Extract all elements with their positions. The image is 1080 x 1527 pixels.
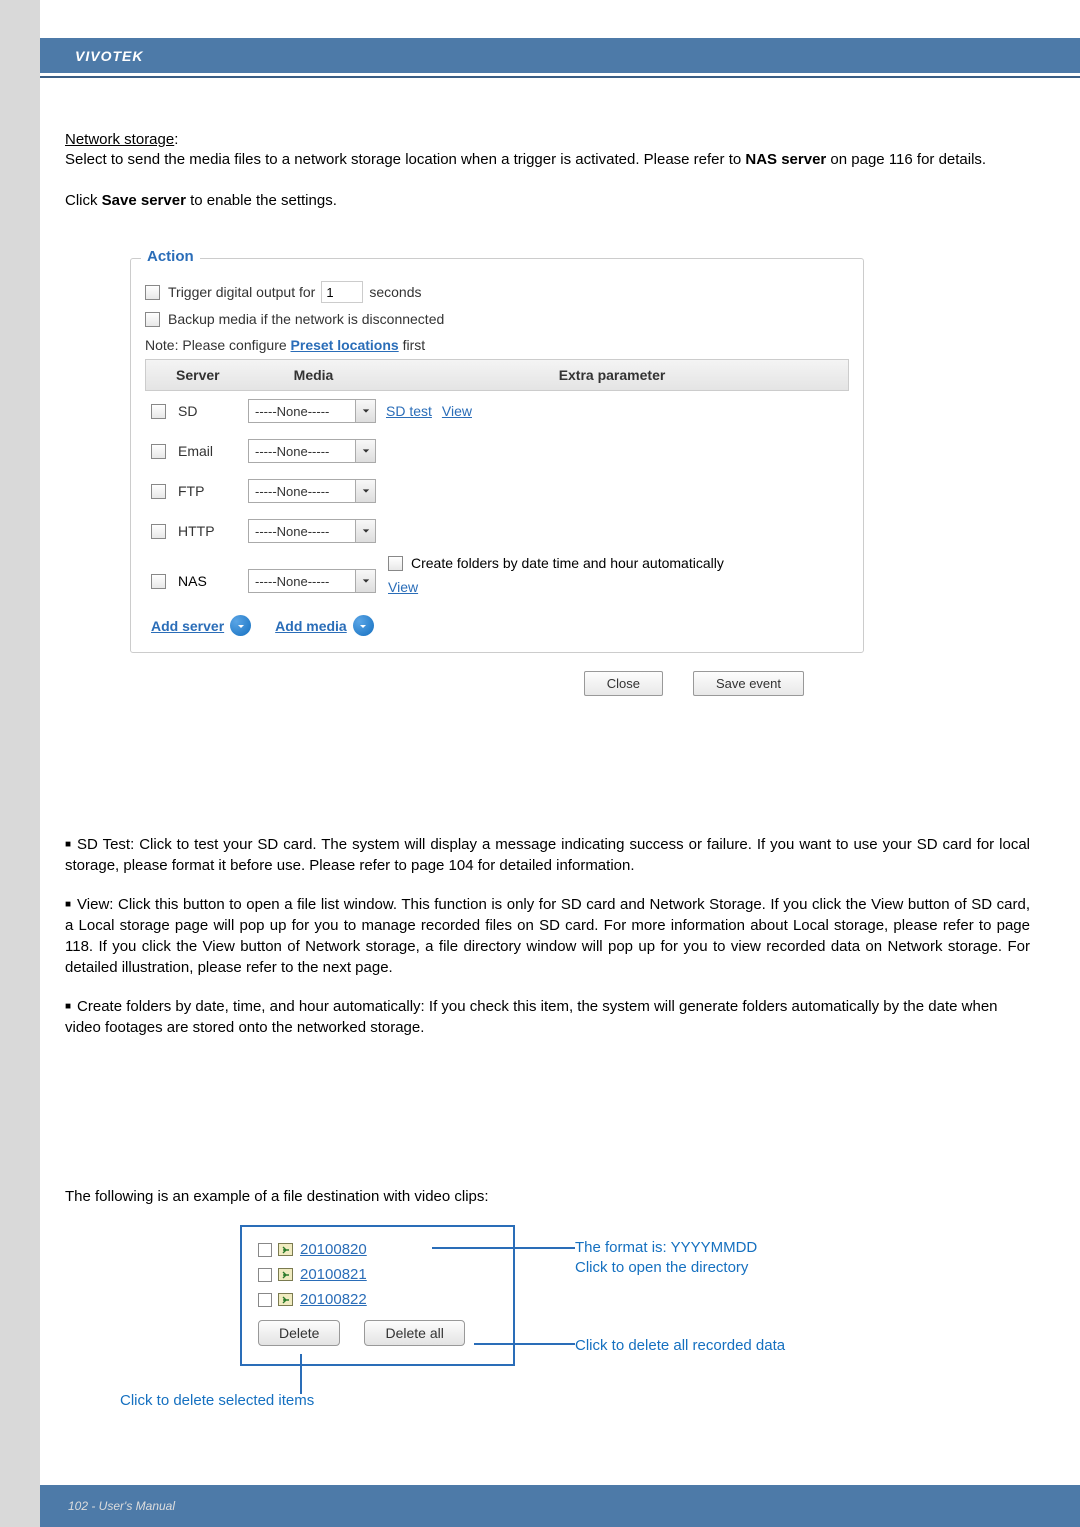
nas-label: NAS	[178, 573, 248, 589]
add-server-icon[interactable]	[230, 615, 251, 636]
footer-bar: 102 - User's Manual	[40, 1485, 1080, 1527]
add-server-link[interactable]: Add server	[151, 615, 251, 636]
folder-icon	[278, 1293, 293, 1306]
sd-view-link[interactable]: View	[442, 403, 472, 419]
row-email: Email -----None-----	[145, 431, 849, 471]
header-rule	[40, 76, 1080, 78]
bullet-icon: ■	[65, 898, 71, 912]
ftp-media-select[interactable]: -----None-----	[248, 479, 376, 503]
backup-label: Backup media if the network is disconnec…	[168, 311, 444, 327]
trigger-seconds-input[interactable]	[321, 281, 363, 303]
folder-row: 20100821	[258, 1266, 497, 1283]
th-extra: Extra parameter	[376, 360, 848, 390]
action-panel: Action Trigger digital output for second…	[130, 250, 864, 696]
annotation-delete-selected: Click to delete selected items	[120, 1391, 314, 1411]
save-event-button[interactable]: Save event	[693, 671, 804, 696]
trigger-unit: seconds	[369, 284, 421, 300]
http-media-select[interactable]: -----None-----	[248, 519, 376, 543]
nas-create-checkbox[interactable]	[388, 556, 403, 571]
chevron-down-icon[interactable]	[355, 400, 375, 422]
connector-line	[300, 1354, 302, 1394]
folder-link-3[interactable]: 20100822	[300, 1291, 367, 1308]
backup-checkbox[interactable]	[145, 312, 160, 327]
chevron-down-icon[interactable]	[355, 520, 375, 542]
chevron-down-icon[interactable]	[355, 570, 375, 592]
folder-icon	[278, 1268, 293, 1281]
row-sd: SD -----None----- SD test View	[145, 391, 849, 431]
network-storage-link[interactable]: Network storage	[65, 131, 174, 148]
add-media-link[interactable]: Add media	[275, 615, 374, 636]
sd-checkbox[interactable]	[151, 404, 166, 419]
example-text: The following is an example of a file de…	[65, 1188, 489, 1205]
th-media: Media	[251, 360, 376, 390]
row-http: HTTP -----None-----	[145, 511, 849, 551]
folder-checkbox[interactable]	[258, 1243, 272, 1257]
folder-checkbox[interactable]	[258, 1268, 272, 1282]
sd-media-select[interactable]: -----None-----	[248, 399, 376, 423]
delete-all-button[interactable]: Delete all	[364, 1320, 464, 1346]
ftp-label: FTP	[178, 483, 248, 499]
table-header: Server Media Extra parameter	[145, 359, 849, 391]
annotation-format: The format is: YYYYMMDD Click to open th…	[575, 1238, 757, 1277]
email-media-select[interactable]: -----None-----	[248, 439, 376, 463]
bullet-icon: ■	[65, 838, 71, 852]
intro-block: Network storage: Select to send the medi…	[65, 130, 1030, 211]
nas-media-select[interactable]: -----None-----	[248, 569, 376, 593]
add-media-icon[interactable]	[353, 615, 374, 636]
nas-create-label: Create folders by date time and hour aut…	[411, 555, 724, 571]
brand-text: VIVOTEK	[75, 48, 143, 64]
email-checkbox[interactable]	[151, 444, 166, 459]
sd-label: SD	[178, 403, 248, 419]
folder-link-2[interactable]: 20100821	[300, 1266, 367, 1283]
nas-server-bold: NAS server	[745, 151, 826, 168]
delete-button[interactable]: Delete	[258, 1320, 340, 1346]
close-button[interactable]: Close	[584, 671, 663, 696]
row-ftp: FTP -----None-----	[145, 471, 849, 511]
row-nas: NAS -----None----- Create folders by dat…	[145, 551, 849, 603]
folder-icon	[278, 1243, 293, 1256]
http-checkbox[interactable]	[151, 524, 166, 539]
bullet-icon: ■	[65, 1000, 71, 1014]
header-bar: VIVOTEK	[40, 38, 1080, 73]
folder-row: 20100822	[258, 1291, 497, 1308]
save-server-bold: Save server	[102, 192, 186, 209]
folder-checkbox[interactable]	[258, 1293, 272, 1307]
trigger-checkbox[interactable]	[145, 285, 160, 300]
annotation-delete-all: Click to delete all recorded data	[575, 1336, 785, 1356]
folder-link-1[interactable]: 20100820	[300, 1241, 367, 1258]
ftp-checkbox[interactable]	[151, 484, 166, 499]
http-label: HTTP	[178, 523, 248, 539]
trigger-label: Trigger digital output for	[168, 284, 315, 300]
note-text: Note: Please configure Preset locations …	[145, 337, 849, 353]
email-label: Email	[178, 443, 248, 459]
folder-row: 20100820	[258, 1241, 497, 1258]
connector-line	[432, 1247, 575, 1249]
nas-checkbox[interactable]	[151, 574, 166, 589]
action-legend: Action	[141, 248, 200, 265]
nas-view-link[interactable]: View	[388, 579, 418, 595]
footer-text: 102 - User's Manual	[68, 1499, 175, 1513]
th-server: Server	[146, 360, 251, 390]
preset-locations-link[interactable]: Preset locations	[291, 337, 399, 353]
sd-test-link[interactable]: SD test	[386, 403, 432, 419]
chevron-down-icon[interactable]	[355, 480, 375, 502]
chevron-down-icon[interactable]	[355, 440, 375, 462]
connector-line	[474, 1343, 575, 1345]
bullets-block: ■SD Test: Click to test your SD card. Th…	[65, 834, 1030, 1056]
